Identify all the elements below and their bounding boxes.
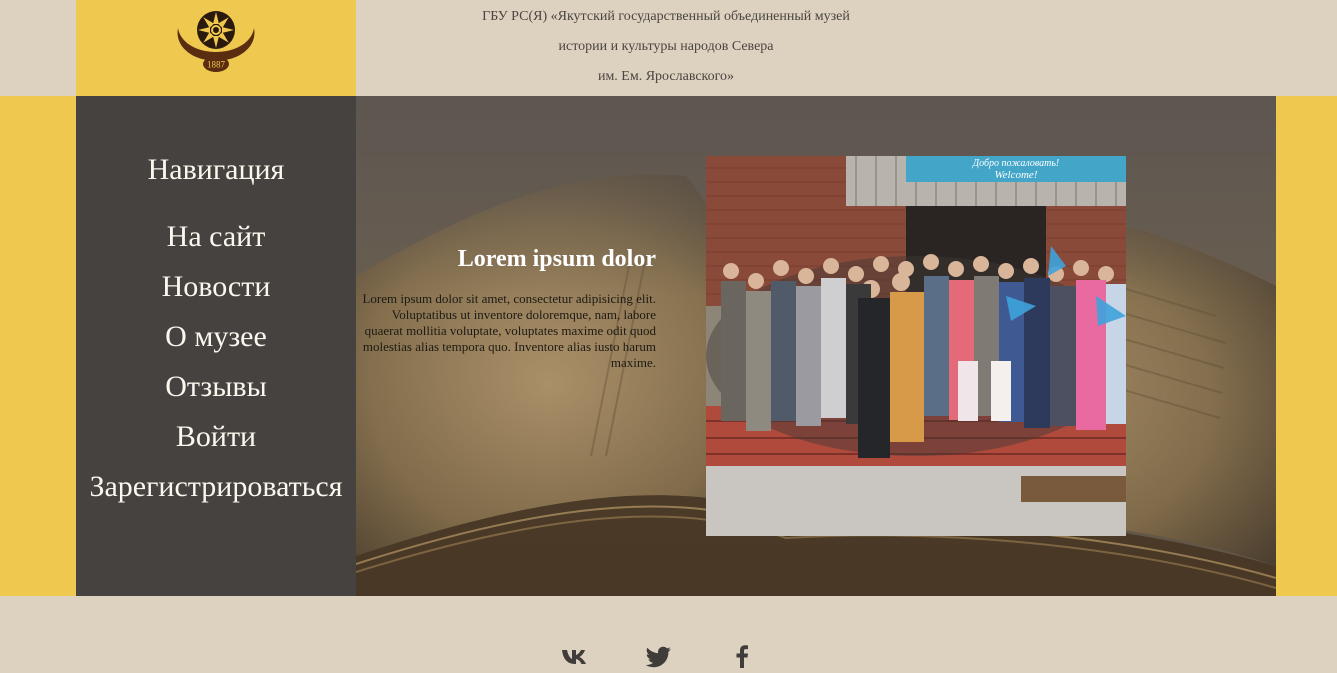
nav-item-reviews[interactable]: Отзывы: [76, 368, 356, 418]
nav-list: На сайт Новости О музее Отзывы Войти Зар…: [76, 218, 356, 518]
group-photo-image: Добро пожаловать! Welcome!: [706, 156, 1126, 536]
logo-box[interactable]: 1887: [76, 0, 356, 96]
group-photo: Добро пожаловать! Welcome!: [706, 156, 1126, 536]
nav-item-login[interactable]: Войти: [76, 418, 356, 468]
photo-banner-line2: Welcome!: [995, 169, 1038, 181]
facebook-icon[interactable]: [726, 644, 758, 668]
org-name-line1: ГБУ РС(Я) «Якутский государственный объе…: [482, 9, 850, 24]
nav-item-site[interactable]: На сайт: [76, 218, 356, 268]
org-name: ГБУ РС(Я) «Якутский государственный объе…: [356, 0, 976, 98]
hero-text: Lorem ipsum dolor Lorem ipsum dolor sit …: [356, 246, 656, 371]
org-name-line2: истории и культуры народов Севера: [558, 39, 774, 54]
vk-icon[interactable]: [560, 644, 592, 668]
hero-section: Lorem ipsum dolor Lorem ipsum dolor sit …: [356, 96, 1276, 596]
museum-logo[interactable]: 1887: [172, 8, 260, 74]
nav-item-about[interactable]: О музее: [76, 318, 356, 368]
photo-banner-line1: Добро пожаловать!: [972, 158, 1060, 169]
nav-title: Навигация: [147, 153, 285, 186]
hero-body: Lorem ipsum dolor sit amet, consectetur …: [362, 291, 656, 370]
nav-item-register[interactable]: Зарегистрироваться: [76, 468, 356, 518]
logo-year: 1887: [207, 60, 226, 70]
org-name-line3: им. Ем. Ярославского»: [597, 69, 735, 84]
sidebar-nav: Навигация На сайт Новости О музее Отзывы…: [76, 96, 356, 596]
nav-item-news[interactable]: Новости: [76, 268, 356, 318]
footer: [0, 596, 1337, 673]
twitter-icon[interactable]: [643, 644, 675, 668]
hero-title: Lorem ipsum dolor: [457, 246, 656, 272]
